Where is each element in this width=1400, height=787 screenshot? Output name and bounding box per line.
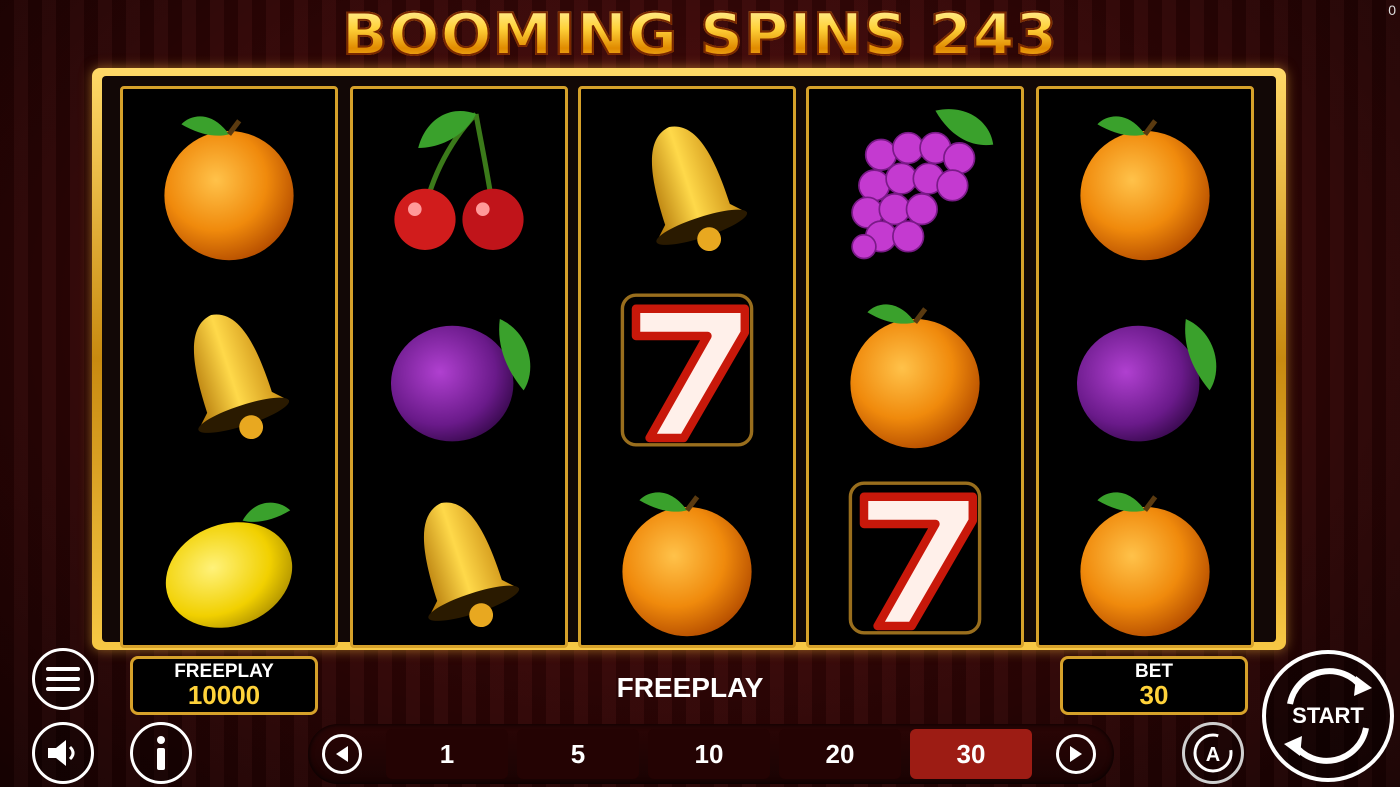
orange-icon	[850, 304, 980, 449]
menu-button[interactable]	[32, 648, 94, 710]
reel-1-symbol-2	[123, 277, 335, 463]
bet-panel: BET 30	[1060, 656, 1248, 715]
reel-3	[578, 86, 796, 648]
orange-icon	[164, 116, 294, 261]
reel-2	[350, 86, 568, 648]
plum-icon	[1077, 319, 1217, 442]
reel-4-symbol-3	[809, 465, 1021, 651]
arrow-right-icon	[1070, 746, 1082, 762]
autoplay-button[interactable]: A	[1182, 722, 1244, 784]
bet-selector: 1 5 10 20 30	[308, 724, 1114, 784]
grapes-icon	[851, 109, 994, 260]
bet-next-button[interactable]	[1056, 734, 1096, 774]
reel-2-symbol-1	[353, 89, 565, 275]
cherry-icon	[394, 111, 524, 250]
start-label: START	[1292, 703, 1364, 728]
bet-option-1[interactable]: 1	[386, 729, 508, 779]
lemon-icon	[165, 502, 293, 628]
bet-option-20[interactable]: 20	[779, 729, 901, 779]
speaker-icon	[48, 740, 75, 766]
reel-3-symbol-2	[581, 277, 793, 463]
bet-value: 30	[1139, 680, 1169, 710]
seven-icon	[620, 293, 754, 447]
sound-button[interactable]	[32, 722, 94, 784]
reel-4	[806, 86, 1024, 648]
reel-frame	[92, 68, 1286, 650]
reel-5-symbol-2	[1039, 277, 1251, 463]
reel-4-symbol-1	[809, 89, 1021, 275]
hamburger-icon	[46, 667, 80, 691]
reel-4-symbol-2	[809, 277, 1021, 463]
balance-label: FREEPLAY	[174, 661, 274, 682]
bell-icon	[424, 502, 520, 628]
reel-5-symbol-3	[1039, 465, 1251, 651]
seven-icon	[848, 481, 982, 635]
orange-icon	[1080, 492, 1210, 637]
reel-1	[120, 86, 338, 648]
autoplay-icon: A	[1193, 733, 1233, 773]
game-title-text: BOOMING SPINS 243	[341, 1, 1059, 69]
balance-value: 10000	[187, 680, 261, 710]
reel-2-symbol-2	[353, 277, 565, 463]
reel-2-symbol-3	[353, 465, 565, 651]
reel-1-symbol-3	[123, 465, 335, 651]
svg-text:A: A	[1206, 744, 1220, 766]
info-button[interactable]	[130, 722, 192, 784]
bell-icon	[652, 126, 748, 252]
arrow-left-icon	[336, 746, 348, 762]
plum-icon	[391, 319, 531, 442]
start-button[interactable]: START	[1262, 650, 1394, 782]
reel-5	[1036, 86, 1254, 648]
reel-1-symbol-1	[123, 89, 335, 275]
bet-option-30[interactable]: 30	[910, 729, 1032, 779]
bet-option-5[interactable]: 5	[517, 729, 639, 779]
reel-3-symbol-1	[581, 89, 793, 275]
balance-panel: FREEPLAY 10000	[130, 656, 318, 715]
orange-icon	[1080, 116, 1210, 261]
reel-area	[102, 76, 1276, 648]
status-message: FREEPLAY	[616, 672, 764, 703]
bet-option-10[interactable]: 10	[648, 729, 770, 779]
game-title: BOOMING SPINS 243	[0, 0, 1400, 70]
bet-prev-button[interactable]	[322, 734, 362, 774]
info-icon	[157, 736, 165, 770]
reel-5-symbol-1	[1039, 89, 1251, 275]
reel-3-symbol-3	[581, 465, 793, 651]
bell-icon	[194, 314, 290, 440]
bet-label: BET	[1135, 661, 1173, 682]
orange-icon	[622, 492, 752, 637]
